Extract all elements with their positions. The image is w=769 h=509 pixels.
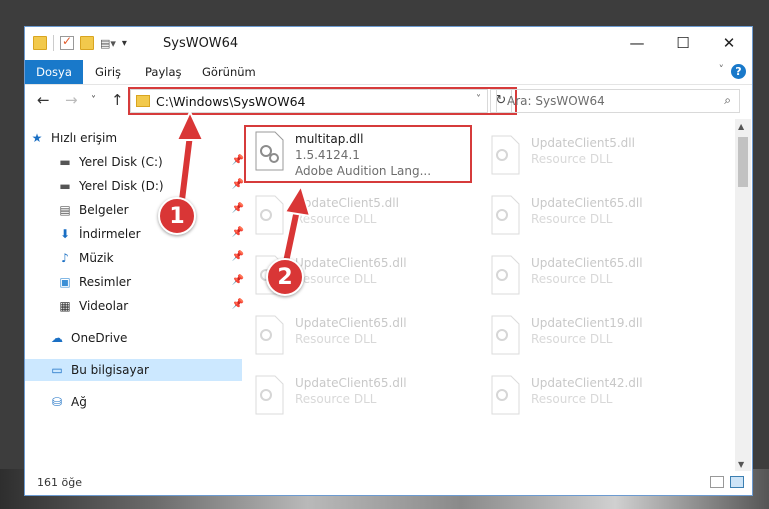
annotation-badge-2: 2 xyxy=(266,258,304,296)
annotation-arrows xyxy=(175,109,312,267)
arrow-1 xyxy=(175,109,205,205)
arrow-2 xyxy=(281,183,312,267)
annotation-badge-1: 1 xyxy=(158,197,196,235)
